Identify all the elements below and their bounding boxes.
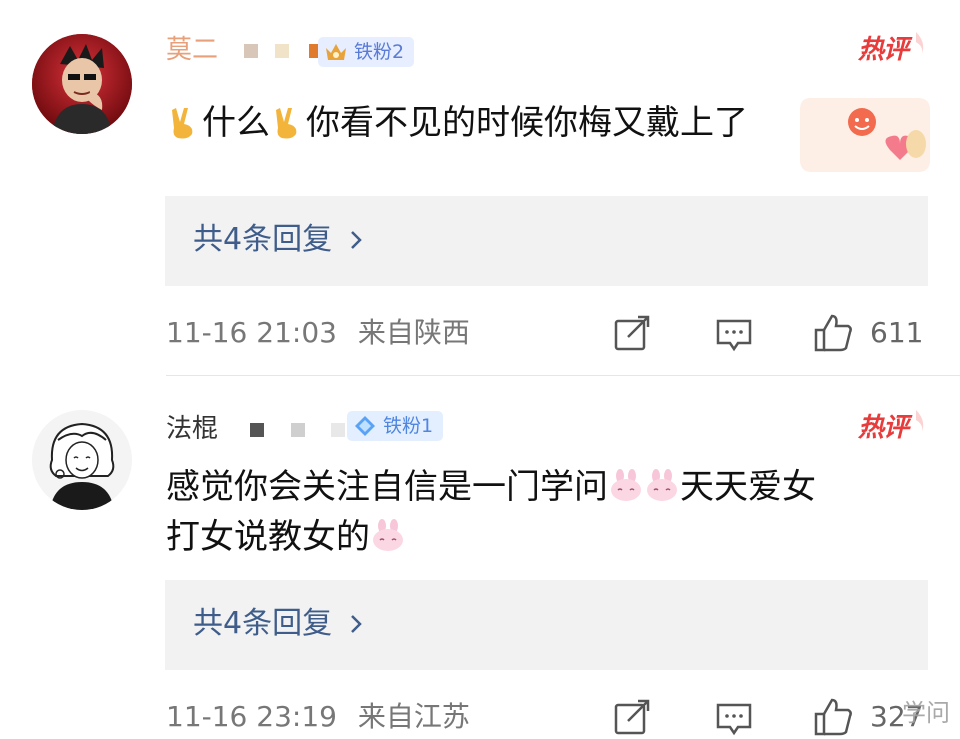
victory-hand-icon	[276, 108, 297, 139]
share-button[interactable]	[612, 311, 652, 355]
reply-button[interactable]	[714, 311, 754, 355]
comment-meta: 11-16 23:19 来自江苏	[166, 695, 470, 739]
fan-badge-label: 铁粉1	[383, 415, 434, 437]
username-text: 莫二	[166, 35, 219, 65]
share-button[interactable]	[612, 695, 652, 739]
redacted-block	[250, 422, 265, 437]
comment-meta: 11-16 21:03 来自陕西	[166, 311, 470, 355]
bunny-face-icon	[611, 469, 641, 501]
comment-text: 感觉你会关注自信是一门学问 天天爱女打女说教女的	[166, 462, 926, 562]
hot-label: 热评	[858, 413, 909, 443]
crown-icon	[326, 44, 346, 60]
comment-text-part: 天天爱女	[680, 467, 816, 507]
decorative-sticker-icon	[800, 98, 930, 172]
thumbs-up-icon	[814, 698, 852, 736]
thumbs-up-icon	[814, 314, 852, 352]
diamond-icon	[355, 416, 375, 436]
watermark-text: 学问	[902, 699, 950, 727]
hot-label: 热评	[858, 35, 909, 65]
comment-bubble-icon	[716, 703, 752, 736]
hot-comment-badge: 热评	[856, 408, 928, 448]
replies-box[interactable]: 共4条回复	[165, 196, 928, 286]
replies-count-label: 共4条回复	[193, 606, 333, 641]
fan-badge-label: 铁粉2	[354, 41, 405, 63]
watermark: 学问	[902, 697, 950, 729]
view-replies-link[interactable]: 共4条回复	[193, 604, 366, 644]
avatar[interactable]	[32, 410, 132, 510]
chevron-right-icon	[351, 231, 362, 249]
comment-bubble-icon	[716, 319, 752, 352]
timestamp: 11-16 21:03	[166, 316, 337, 349]
timestamp: 11-16 23:19	[166, 700, 337, 733]
replies-box[interactable]: 共4条回复	[165, 580, 928, 670]
comment-item: 法棍 铁粉1 热评 感觉你会关注自信是一门学问 天天爱女 打女说教女的 共4条回…	[0, 376, 960, 737]
share-edit-icon	[614, 699, 650, 735]
hot-comment-badge: 热评	[856, 30, 928, 70]
comment-text-part: 感觉你会关注自信是一门学问	[166, 467, 608, 507]
username[interactable]: 法棍	[166, 409, 378, 449]
like-count: 611	[870, 316, 924, 349]
fan-badge[interactable]: 铁粉1	[347, 411, 444, 441]
reply-button[interactable]	[714, 695, 754, 739]
replies-count-label: 共4条回复	[193, 222, 333, 257]
avatar[interactable]	[32, 34, 132, 134]
comment-text-part: 你看不见的时候你梅又戴上了	[306, 103, 748, 143]
location: 来自陕西	[357, 316, 470, 349]
fan-badge[interactable]: 铁粉2	[318, 37, 415, 67]
bunny-face-icon	[373, 519, 403, 551]
share-edit-icon	[614, 315, 650, 351]
victory-hand-icon	[172, 108, 193, 139]
location: 来自江苏	[357, 700, 470, 733]
comment-item: 莫二 铁粉2 热评 什么 你看不见的时候你梅又戴上了 共4条回复 11-16 2…	[0, 0, 960, 376]
redacted-block	[274, 43, 289, 58]
bunny-face-icon	[647, 469, 677, 501]
redacted-block	[290, 422, 305, 437]
redacted-block	[244, 43, 259, 58]
username-text: 法棍	[166, 414, 219, 444]
comment-text-part: 什么	[202, 103, 270, 143]
comment-text-part: 打女说教女的	[166, 517, 370, 557]
chevron-right-icon	[351, 615, 362, 633]
redacted-block	[330, 422, 345, 437]
like-button[interactable]: 611	[812, 311, 923, 355]
view-replies-link[interactable]: 共4条回复	[193, 220, 366, 260]
